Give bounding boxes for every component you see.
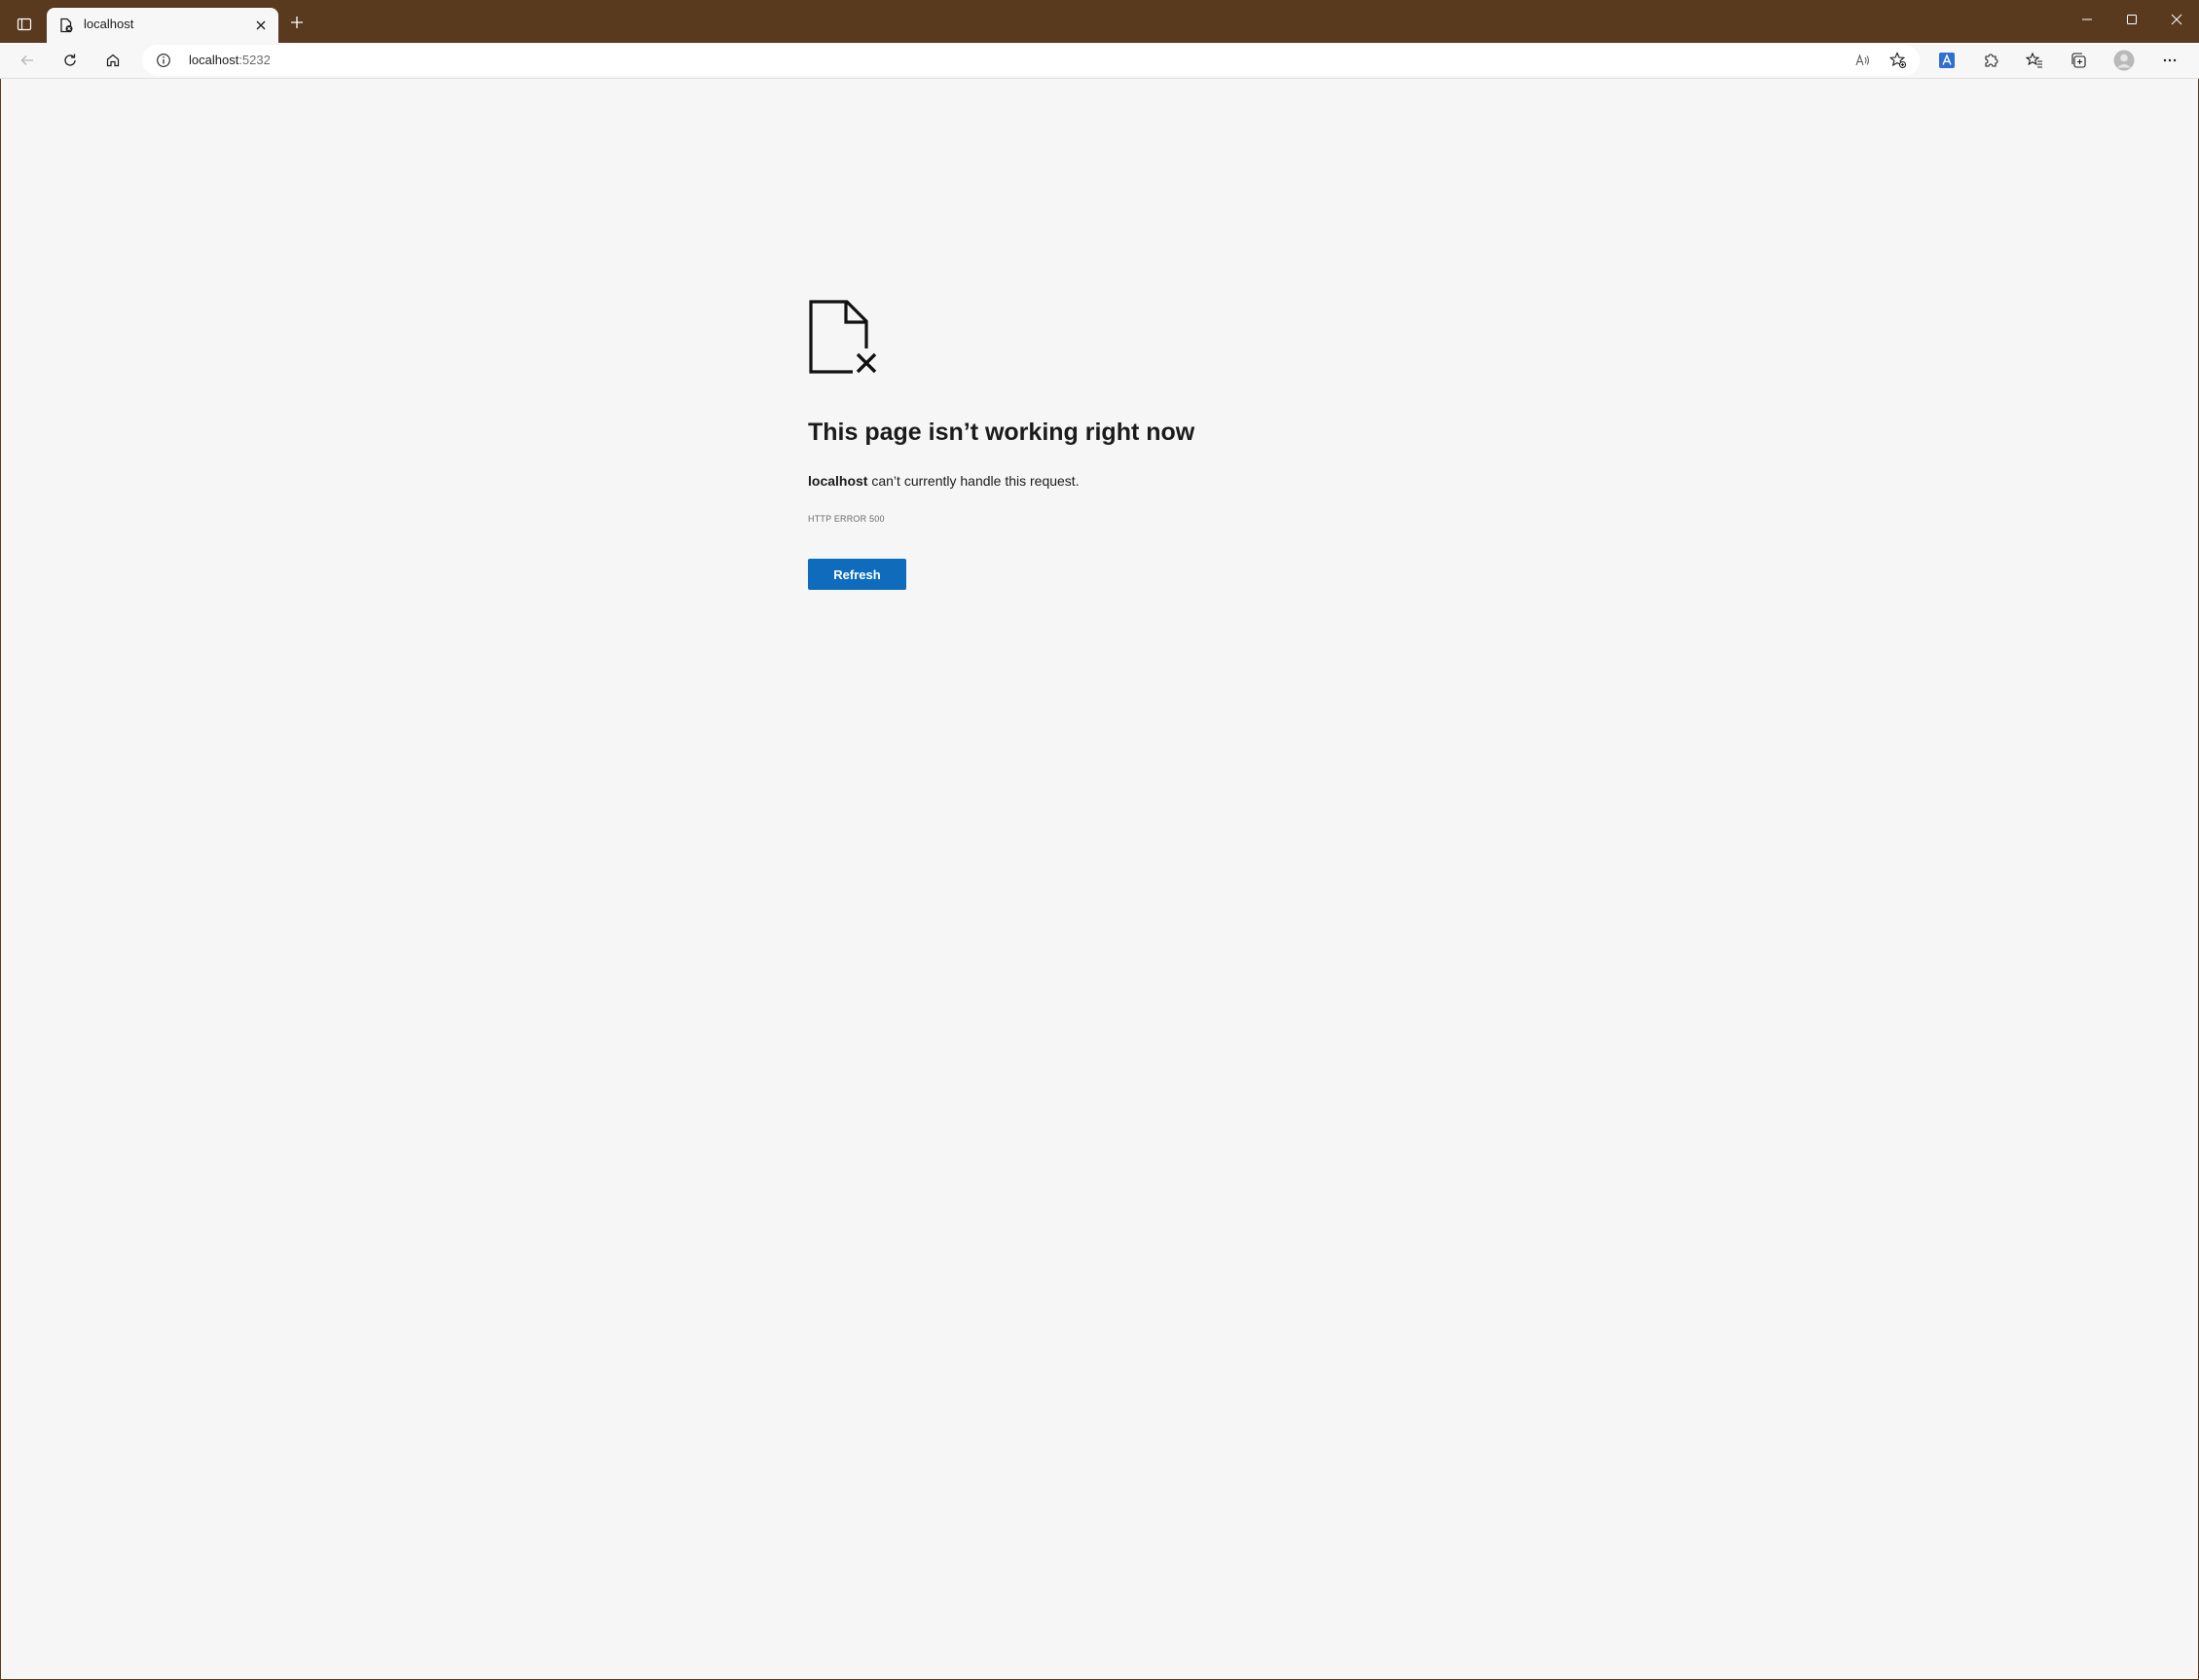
more-button[interactable] — [2156, 47, 2183, 74]
profile-icon — [2113, 50, 2135, 71]
error-host: localhost — [808, 473, 868, 489]
maximize-button[interactable] — [2109, 0, 2154, 39]
tab-actions-icon — [17, 18, 32, 31]
tab-localhost[interactable]: localhost — [47, 8, 278, 43]
tab-strip: localhost — [0, 0, 2199, 43]
error-description: localhost can’t currently handle this re… — [808, 473, 1080, 489]
translator-button[interactable] — [1933, 47, 1961, 74]
back-button[interactable] — [14, 47, 41, 74]
profile-button[interactable] — [2110, 47, 2138, 74]
close-window-button[interactable] — [2154, 0, 2199, 39]
extensions-icon — [1985, 54, 1998, 67]
maximize-icon — [2127, 15, 2137, 24]
browser-toolbar: localhost:5232 — [0, 43, 2199, 79]
more-icon — [2163, 58, 2177, 62]
window-controls — [2065, 0, 2199, 39]
address-url[interactable]: localhost:5232 — [189, 53, 271, 67]
refresh-button[interactable] — [56, 47, 84, 74]
broken-page-icon — [809, 300, 880, 376]
tab-actions-button[interactable] — [12, 12, 37, 37]
read-aloud-button[interactable] — [1850, 47, 1877, 74]
browser-window: localhost localhost:5232 This page isn’t… — [0, 0, 2199, 1680]
favorites-button[interactable] — [2021, 47, 2048, 74]
add-favorite-button[interactable] — [1885, 47, 1912, 74]
back-arrow-icon — [20, 55, 33, 65]
info-icon[interactable] — [156, 53, 171, 68]
favorites-icon — [2026, 52, 2042, 68]
plus-icon — [291, 17, 303, 28]
add-favorite-icon — [1889, 52, 1906, 68]
page-error-favicon — [60, 18, 73, 33]
minimize-icon — [2082, 18, 2092, 20]
url-host: localhost — [189, 53, 239, 67]
error-title: This page isn’t working right now — [808, 419, 1195, 446]
extensions-button[interactable] — [1977, 47, 2004, 74]
error-message: can’t currently handle this request. — [867, 473, 1080, 489]
home-icon — [106, 54, 120, 67]
translator-icon — [1939, 53, 1955, 68]
refresh-icon — [64, 54, 76, 66]
home-button[interactable] — [99, 47, 127, 74]
collections-icon — [2071, 53, 2086, 68]
error-code: HTTP ERROR 500 — [808, 514, 885, 524]
read-aloud-icon — [1855, 54, 1869, 66]
tab-close-button[interactable] — [251, 16, 271, 35]
close-icon — [2171, 14, 2182, 25]
close-icon — [256, 20, 266, 30]
url-port: :5232 — [238, 53, 271, 67]
address-bar[interactable]: localhost:5232 — [142, 45, 1920, 76]
new-tab-button[interactable] — [284, 10, 310, 35]
collections-button[interactable] — [2065, 47, 2092, 74]
minimize-button[interactable] — [2065, 0, 2109, 39]
tab-title: localhost — [84, 17, 134, 31]
page-content: This page isn’t working right now localh… — [1, 79, 2198, 1679]
refresh-page-button[interactable]: Refresh — [808, 559, 906, 590]
